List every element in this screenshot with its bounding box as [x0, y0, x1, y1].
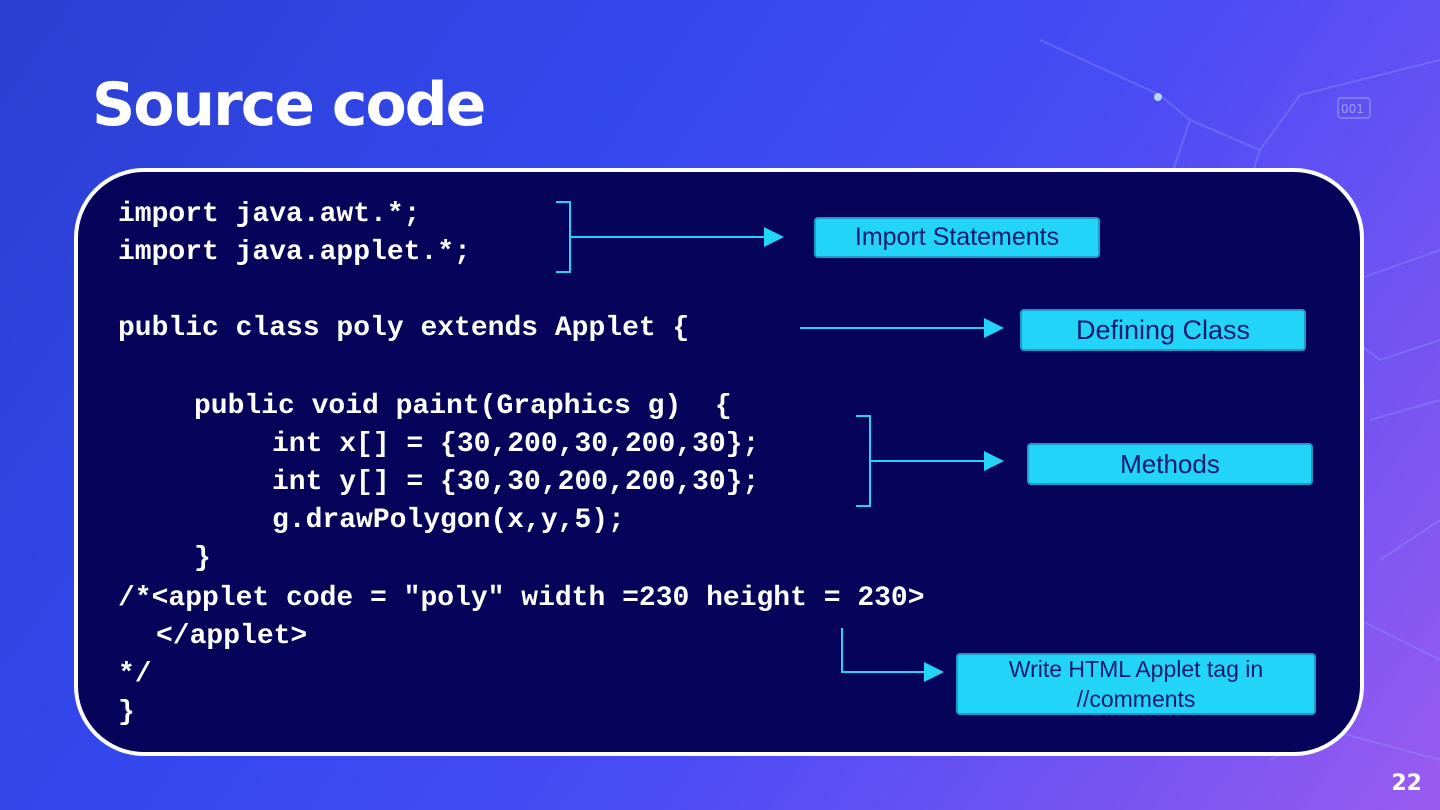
code-line-7: g.drawPolygon(x,y,5);: [272, 505, 625, 536]
code-line-11: */: [118, 659, 152, 690]
code-line-10: </applet>: [156, 621, 308, 652]
page-title: Source code: [92, 70, 486, 140]
label-defining-class: Defining Class: [1020, 309, 1306, 351]
label-html-applet-tag: Write HTML Applet tag in //comments: [956, 653, 1316, 715]
decor-badge-text: 001: [1341, 102, 1364, 116]
label-methods: Methods: [1027, 443, 1313, 485]
label-import-statements: Import Statements: [814, 217, 1100, 258]
page-number: 22: [1391, 771, 1422, 796]
code-line-1: import java.awt.*;: [118, 199, 421, 230]
code-line-8: }: [194, 543, 211, 574]
label-import-statements-text: Import Statements: [854, 223, 1060, 251]
code-line-2: import java.applet.*;: [118, 237, 471, 268]
label-html-line-2: //comments: [1076, 686, 1196, 712]
label-defining-class-text: Defining Class: [1075, 314, 1251, 345]
code-line-6: int y[] = {30,30,200,200,30};: [272, 467, 760, 498]
code-line-3: public class poly extends Applet {: [118, 313, 690, 344]
code-line-4: public void paint(Graphics g) {: [194, 391, 732, 422]
code-line-12: }: [118, 697, 135, 728]
label-html-line-1: Write HTML Applet tag in: [1008, 656, 1264, 682]
code-line-5: int x[] = {30,200,30,200,30};: [272, 429, 760, 460]
code-line-9: /*<applet code = "poly" width =230 heigh…: [118, 583, 925, 614]
label-methods-text: Methods: [1120, 448, 1220, 479]
